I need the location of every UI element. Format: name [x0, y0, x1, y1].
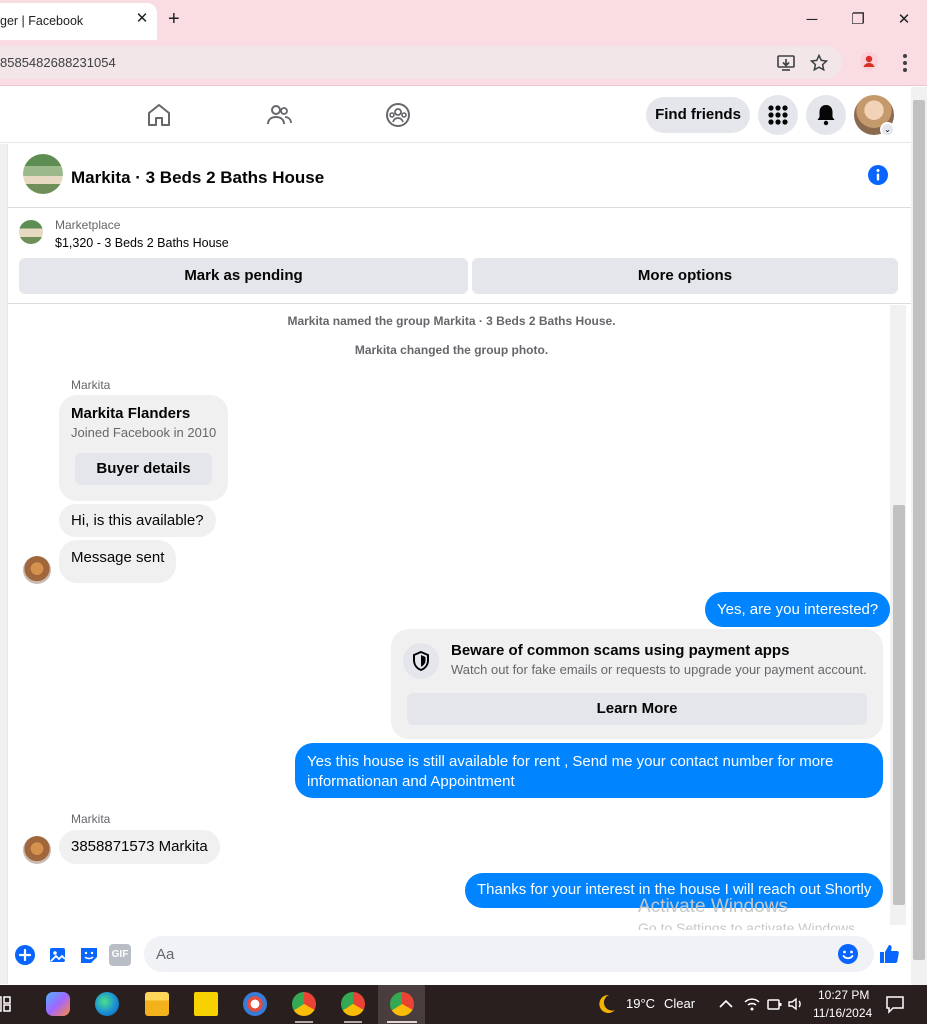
- warning-subtitle: Watch out for fake emails or requests to…: [451, 662, 867, 677]
- buyer-name: Markita Flanders: [71, 405, 191, 422]
- address-bar[interactable]: 8585482688231054: [0, 46, 842, 79]
- edge-browser-icon[interactable]: [95, 992, 119, 1016]
- chrome-icon[interactable]: [292, 992, 316, 1016]
- tab-close-icon[interactable]: ✕: [133, 10, 151, 28]
- system-message: Markita named the group Markita · 3 Beds…: [287, 314, 616, 328]
- emoji-icon[interactable]: [837, 943, 859, 965]
- find-friends-button[interactable]: Find friends: [646, 97, 750, 133]
- outgoing-message[interactable]: Yes this house is still available for re…: [295, 743, 883, 798]
- left-scroll-edge: [0, 144, 8, 984]
- minimize-button[interactable]: ─: [800, 8, 824, 32]
- browser-tab-bar: ger | Facebook ✕ + ─ ❐ ✕: [0, 0, 927, 40]
- browser-tab[interactable]: ger | Facebook ✕: [0, 3, 157, 40]
- windows-taskbar: 19°C Clear 10:27 PM 11/16/2024: [0, 985, 927, 1024]
- incoming-message[interactable]: Message sent: [59, 540, 177, 583]
- listing-title[interactable]: $1,320 - 3 Beds 2 Baths House: [55, 236, 229, 250]
- install-app-icon[interactable]: [776, 53, 796, 73]
- message-input-placeholder: Aa: [156, 946, 175, 963]
- gif-icon[interactable]: GIF: [109, 944, 131, 966]
- chat-title[interactable]: Markita · 3 Beds 2 Baths House: [71, 168, 324, 188]
- sticker-icon[interactable]: [78, 944, 100, 966]
- window-close-button[interactable]: ✕: [892, 8, 916, 32]
- marketplace-listing-bar: Marketplace $1,320 - 3 Beds 2 Baths Hous…: [8, 208, 911, 304]
- scam-warning-card: Beware of common scams using payment app…: [391, 629, 883, 739]
- outgoing-message[interactable]: Yes, are you interested?: [705, 592, 891, 627]
- bell-icon: [817, 105, 835, 126]
- message-input[interactable]: Aa: [144, 936, 874, 972]
- marketplace-label: Marketplace: [55, 218, 121, 232]
- wifi-icon[interactable]: [742, 992, 762, 1016]
- plus-circle-icon[interactable]: [14, 944, 36, 966]
- weather-condition[interactable]: Clear: [664, 996, 695, 1011]
- friends-icon[interactable]: [265, 101, 293, 129]
- incoming-message[interactable]: 3858871573 Markita: [59, 830, 220, 864]
- photo-icon[interactable]: [47, 944, 69, 966]
- clock-time[interactable]: 10:27 PM: [818, 988, 869, 1002]
- like-thumb-icon[interactable]: [877, 942, 901, 966]
- home-icon[interactable]: [145, 101, 173, 129]
- profile-icon[interactable]: [860, 52, 878, 70]
- chat-header: Markita · 3 Beds 2 Baths House: [8, 144, 911, 208]
- bookmark-star-icon[interactable]: [809, 53, 829, 73]
- message-composer: GIF Aa: [8, 930, 911, 980]
- taskbar-running-indicator: [295, 1021, 313, 1023]
- facebook-top-nav: Find friends ⌄: [0, 87, 911, 143]
- paint-icon[interactable]: [243, 992, 267, 1016]
- file-explorer-icon[interactable]: [145, 992, 169, 1016]
- copilot-icon[interactable]: [46, 992, 70, 1016]
- weather-temperature[interactable]: 19°C: [626, 996, 655, 1011]
- shield-icon: [413, 650, 429, 672]
- restore-button[interactable]: ❐: [846, 8, 870, 32]
- incoming-message[interactable]: Hi, is this available?: [59, 504, 216, 537]
- tab-title: ger | Facebook: [0, 14, 84, 28]
- learn-more-button[interactable]: Learn More: [407, 693, 867, 725]
- info-icon[interactable]: [868, 165, 888, 185]
- sender-avatar[interactable]: [23, 556, 51, 584]
- volume-icon[interactable]: [786, 992, 806, 1016]
- menu-grid-icon: [768, 105, 788, 125]
- clock-date[interactable]: 11/16/2024: [813, 1006, 872, 1020]
- browser-menu-icon[interactable]: [896, 52, 914, 74]
- sticky-notes-icon[interactable]: [194, 992, 218, 1016]
- new-tab-button[interactable]: +: [168, 8, 180, 30]
- buyer-joined-text: Joined Facebook in 2010: [71, 425, 217, 440]
- system-message: Markita changed the group photo.: [354, 343, 549, 357]
- url-text: 8585482688231054: [0, 55, 116, 70]
- mark-as-pending-button[interactable]: Mark as pending: [19, 258, 468, 294]
- battery-icon[interactable]: [764, 992, 784, 1016]
- chrome-active-icon[interactable]: [390, 992, 414, 1016]
- chevron-up-icon[interactable]: [716, 992, 736, 1016]
- notification-center-icon[interactable]: [884, 992, 906, 1016]
- browser-toolbar: 8585482688231054: [0, 40, 927, 86]
- more-options-button[interactable]: More options: [472, 258, 898, 294]
- taskbar-running-indicator: [344, 1021, 362, 1023]
- thread-scrollbar-thumb[interactable]: [893, 505, 905, 905]
- moon-icon[interactable]: [594, 992, 618, 1016]
- buyer-details-button[interactable]: Buyer details: [75, 453, 212, 485]
- listing-thumbnail[interactable]: [19, 220, 43, 244]
- sender-name: Markita: [71, 378, 111, 392]
- page-scrollbar-thumb[interactable]: [913, 100, 925, 960]
- activate-windows-watermark: Activate Windows: [638, 896, 788, 917]
- notifications-button[interactable]: [806, 95, 846, 135]
- chrome-profile-icon[interactable]: [341, 992, 365, 1016]
- warning-badge: [403, 643, 439, 679]
- groups-icon[interactable]: [384, 101, 412, 129]
- menu-button[interactable]: [758, 95, 798, 135]
- taskbar-active-indicator: [387, 1021, 417, 1023]
- warning-title: Beware of common scams using payment app…: [451, 642, 790, 659]
- sender-avatar[interactable]: [23, 836, 51, 864]
- chevron-down-icon[interactable]: ⌄: [880, 122, 895, 137]
- task-view-icon[interactable]: [0, 992, 16, 1016]
- sender-name: Markita: [71, 812, 111, 826]
- buyer-profile-card: Markita Flanders Joined Facebook in 2010…: [59, 395, 228, 501]
- group-photo[interactable]: [23, 154, 63, 194]
